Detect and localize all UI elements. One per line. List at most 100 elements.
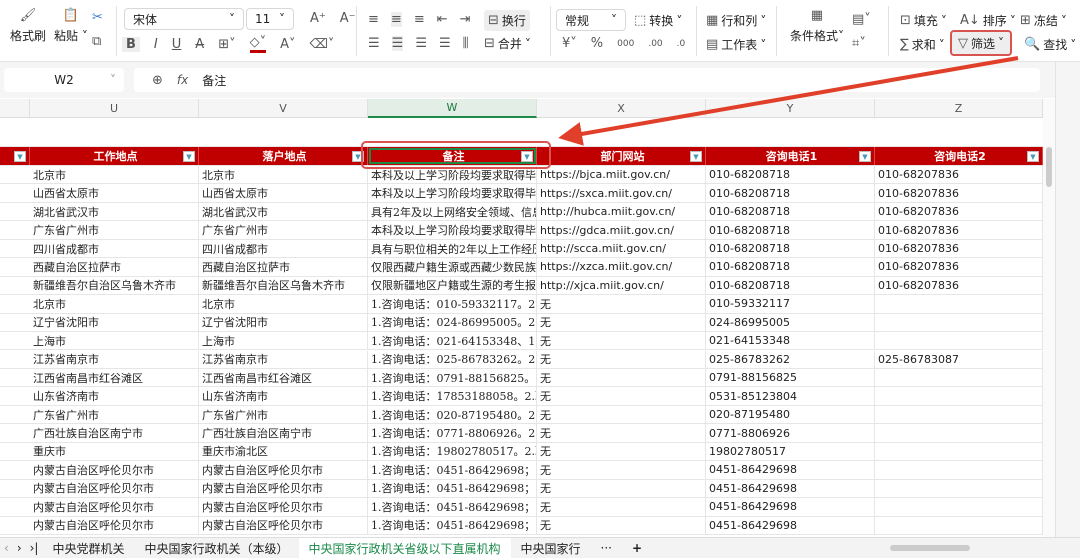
currency-icon[interactable]: ¥˅ (562, 36, 577, 51)
table-cell[interactable]: 广东省广州市 (30, 405, 199, 424)
table-cell[interactable]: 1.咨询电话：025-86783262。2.职位要 (368, 350, 537, 368)
table-cell[interactable]: 上海市 (30, 332, 199, 350)
header-cell[interactable]: 咨询电话1 ▼ (706, 147, 875, 165)
table-cell[interactable]: 本科及以上学习阶段均要求取得毕业证 (368, 221, 537, 239)
table-cell[interactable]: 1.咨询电话：024-86995005。2.职位要 (368, 313, 537, 332)
table-cell[interactable]: 0791-88156825 (706, 368, 875, 387)
filter-dropdown-icon[interactable]: ▼ (14, 151, 26, 162)
conditional-format-button[interactable]: ▦ 条件格式˅ (790, 8, 844, 44)
sheet-tab[interactable]: 中央党群机关 (42, 538, 134, 559)
table-cell[interactable]: 无 (537, 516, 706, 534)
table-cell[interactable]: 010-68207836 (875, 258, 1043, 276)
table-cell[interactable]: 江西省南昌市红谷滩区 (199, 368, 368, 387)
number-format-select[interactable]: 常规 ˅ (556, 9, 626, 31)
table-cell[interactable]: 0451-86429698 (706, 498, 875, 516)
table-cell[interactable]: 0531-85123804 (706, 387, 875, 405)
eraser-icon[interactable]: ⌫˅ (310, 37, 335, 52)
table-cell[interactable]: 1.咨询电话：0451-86429698；2.职位 (368, 516, 537, 534)
filter-dropdown-icon[interactable]: ▼ (1027, 151, 1039, 162)
increase-font-icon[interactable]: A⁺ (310, 11, 326, 26)
table-cell[interactable]: http://hubca.miit.gov.cn/ (537, 202, 706, 221)
add-sheet-icon[interactable]: + (622, 538, 652, 559)
cut-button[interactable]: ✂ (92, 10, 103, 25)
table-cell[interactable] (875, 332, 1043, 350)
table-cell[interactable]: 江西省南昌市红谷滩区 (30, 368, 199, 387)
table-cell[interactable]: 无 (537, 461, 706, 479)
fill-color-icon[interactable]: ◇˅ (249, 35, 267, 53)
table-cell[interactable]: 北京市 (30, 166, 199, 184)
table-cell[interactable]: https://xzca.miit.gov.cn/ (537, 258, 706, 276)
sum-button[interactable]: ∑ 求和 ˅ (900, 36, 945, 53)
table-cell[interactable]: 新疆维吾尔自治区乌鲁木齐市 (30, 276, 199, 295)
table-cell[interactable]: 辽宁省沈阳市 (30, 313, 199, 332)
worksheet-button[interactable]: ▤ 工作表 ˅ (706, 36, 766, 53)
bold-icon[interactable]: B (122, 36, 140, 52)
table-cell[interactable]: 010-68207836 (875, 166, 1043, 184)
filter-dropdown-icon[interactable]: ▼ (521, 151, 533, 162)
fill-button[interactable]: ⊡ 填充 ˅ (900, 12, 947, 29)
table-cell[interactable]: 重庆市渝北区 (199, 442, 368, 461)
freeze-button[interactable]: ⊞ 冻结 ˅ (1020, 12, 1067, 29)
table-cell[interactable] (875, 516, 1043, 534)
underline-icon[interactable]: U (172, 37, 182, 52)
header-cell[interactable]: 工作地点 ▼ (30, 147, 199, 165)
next-sheet-icon[interactable]: › (13, 538, 26, 559)
sheet-tab[interactable]: 中央国家行政机关（本级） (134, 538, 298, 559)
table-cell[interactable]: 1.咨询电话：020-87195480。2.职位要 (368, 405, 537, 424)
font-color-icon[interactable]: A˅ (280, 37, 295, 52)
table-cell[interactable]: 广西壮族自治区南宁市 (199, 424, 368, 442)
table-cell[interactable]: 西藏自治区拉萨市 (199, 258, 368, 276)
zoom-icon[interactable]: ⊕ (152, 73, 163, 88)
table-cell[interactable]: 无 (537, 405, 706, 424)
table-cell[interactable] (875, 405, 1043, 424)
header-cell[interactable]: 落户地点 ▼ (199, 147, 368, 165)
table-cell[interactable]: 内蒙古自治区呼伦贝尔市 (199, 498, 368, 516)
table-cell[interactable]: 无 (537, 313, 706, 332)
table-cell[interactable]: 1.咨询电话：0791-88156825。2.职位 (368, 368, 537, 387)
table-cell[interactable]: 重庆市 (30, 442, 199, 461)
table-cell[interactable]: 无 (537, 295, 706, 313)
table-cell[interactable]: 010-68208718 (706, 276, 875, 295)
align-right-icon[interactable]: ☰ (415, 36, 427, 51)
table-cell[interactable]: https://bjca.miit.gov.cn/ (537, 166, 706, 184)
table-cell[interactable]: 内蒙古自治区呼伦贝尔市 (30, 498, 199, 516)
table-cell[interactable]: 仅限西藏户籍生源或西藏少数民族考生 (368, 258, 537, 276)
table-cell[interactable]: 无 (537, 387, 706, 405)
table-cell[interactable]: 0771-8806926 (706, 424, 875, 442)
table-cell[interactable]: 仅限新疆地区户籍或生源的考生报考； (368, 276, 537, 295)
sheet-tab[interactable]: 中央国家行 (511, 538, 591, 559)
table-cell[interactable]: 010-68208718 (706, 166, 875, 184)
thousands-icon[interactable]: 000 (617, 39, 634, 49)
strikethrough-icon[interactable]: A (195, 37, 204, 52)
first-sheet-icon[interactable]: ‹ (0, 538, 13, 559)
table-cell[interactable]: 北京市 (199, 295, 368, 313)
table-cell[interactable]: 具有2年及以上网络安全领域、信息通 (368, 202, 537, 221)
decrease-decimal-icon[interactable]: .0 (677, 39, 686, 49)
table-cell[interactable]: 1.咨询电话：0771-8806926。2.职位要 (368, 424, 537, 442)
table-cell[interactable]: 广西壮族自治区南宁市 (30, 424, 199, 442)
table-cell[interactable]: 1.咨询电话：19802780517。2.职位要 (368, 442, 537, 461)
align-center-icon[interactable]: ☰ (391, 36, 404, 51)
table-cell[interactable]: 四川省成都市 (199, 239, 368, 258)
table-cell[interactable]: 0451-86429698 (706, 516, 875, 534)
merge-button[interactable]: ⊟ 合并 ˅ (484, 35, 531, 52)
column-header-X[interactable]: X (537, 99, 706, 118)
filter-dropdown-icon[interactable]: ▼ (183, 151, 195, 162)
cell-style-icon[interactable]: ▤˅ (852, 12, 871, 27)
table-cell[interactable]: 无 (537, 479, 706, 498)
filter-dropdown-icon[interactable]: ▼ (859, 151, 871, 162)
table-cell[interactable]: 无 (537, 442, 706, 461)
table-cell[interactable]: 010-68207836 (875, 239, 1043, 258)
formula-input[interactable]: ⊕ fx 备注 (134, 68, 1040, 92)
table-cell[interactable]: 19802780517 (706, 442, 875, 461)
table-cell[interactable]: 010-68208718 (706, 202, 875, 221)
table-cell[interactable]: 西藏自治区拉萨市 (30, 258, 199, 276)
column-header-Z[interactable]: Z (875, 99, 1043, 118)
justify-icon[interactable]: ☰ (439, 36, 451, 51)
table-cell[interactable]: 湖北省武汉市 (199, 202, 368, 221)
decrease-font-icon[interactable]: A⁻ (340, 11, 356, 26)
table-cell[interactable]: 010-68208718 (706, 239, 875, 258)
indent-decrease-icon[interactable]: ⇤ (437, 12, 448, 27)
table-cell[interactable]: 新疆维吾尔自治区乌鲁木齐市 (199, 276, 368, 295)
table-cell[interactable]: 无 (537, 424, 706, 442)
